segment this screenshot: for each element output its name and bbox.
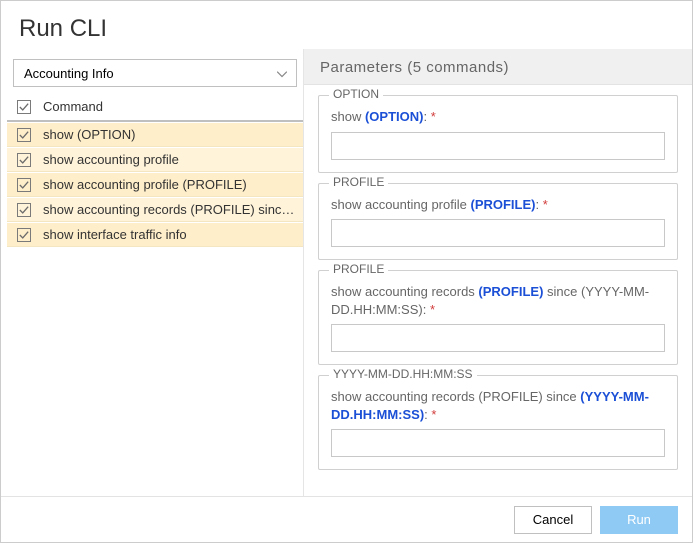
category-dropdown-value: Accounting Info	[24, 66, 114, 81]
parameter-fieldset: YYYY-MM-DD.HH:MM:SSshow accounting recor…	[318, 375, 678, 470]
parameter-fieldset: PROFILEshow accounting profile (PROFILE)…	[318, 183, 678, 261]
command-rows: show (OPTION) show accounting profile show…	[7, 122, 303, 496]
parameter-input[interactable]	[331, 132, 665, 160]
parameter-label: show accounting records (PROFILE) since …	[331, 283, 665, 318]
parameter-token: (OPTION)	[365, 109, 424, 124]
parameter-input[interactable]	[331, 219, 665, 247]
parameter-fieldset: PROFILEshow accounting records (PROFILE)…	[318, 270, 678, 365]
run-button[interactable]: Run	[600, 506, 678, 534]
row-label: show (OPTION)	[43, 127, 297, 142]
parameter-label-prefix: show accounting profile	[331, 197, 470, 212]
right-pane: Parameters (5 commands) OPTIONshow (OPTI…	[303, 49, 692, 496]
column-command-header: Command	[43, 99, 103, 114]
row-checkbox[interactable]	[17, 178, 31, 192]
parameter-legend: PROFILE	[329, 262, 388, 276]
run-cli-dialog: Run CLI Accounting Info Command show	[0, 0, 693, 543]
parameter-legend: YYYY-MM-DD.HH:MM:SS	[329, 367, 477, 381]
parameter-label: show (OPTION): *	[331, 108, 665, 126]
required-marker: *	[426, 302, 435, 317]
select-all-checkbox[interactable]	[17, 100, 31, 114]
row-checkbox[interactable]	[17, 128, 31, 142]
parameter-legend: PROFILE	[329, 175, 388, 189]
required-marker: *	[539, 197, 548, 212]
cancel-button[interactable]: Cancel	[514, 506, 592, 534]
row-checkbox[interactable]	[17, 153, 31, 167]
row-label: show accounting records (PROFILE) sinc…	[43, 202, 297, 217]
parameter-token: (PROFILE)	[478, 284, 543, 299]
parameter-label-prefix: show	[331, 109, 365, 124]
parameter-label: show accounting records (PROFILE) since …	[331, 388, 665, 423]
parameter-label-prefix: show accounting records (PROFILE) since	[331, 389, 580, 404]
dialog-body: Accounting Info Command show (OPTION)sho…	[1, 49, 692, 496]
required-marker: *	[428, 407, 437, 422]
command-row[interactable]: show accounting profile	[7, 147, 303, 172]
command-table-header: Command	[7, 93, 303, 122]
parameter-fieldset: OPTIONshow (OPTION): *	[318, 95, 678, 173]
row-checkbox[interactable]	[17, 203, 31, 217]
parameter-input[interactable]	[331, 429, 665, 457]
dialog-footer: Cancel Run	[1, 496, 692, 542]
command-row[interactable]: show accounting profile (PROFILE)	[7, 172, 303, 197]
command-row[interactable]: show (OPTION)	[7, 122, 303, 147]
parameters-heading: Parameters (5 commands)	[304, 49, 692, 85]
row-label: show interface traffic info	[43, 227, 297, 242]
parameter-token: (PROFILE)	[470, 197, 535, 212]
row-checkbox[interactable]	[17, 228, 31, 242]
parameter-label-prefix: show accounting records	[331, 284, 478, 299]
dialog-header: Run CLI	[1, 1, 692, 49]
row-label: show accounting profile	[43, 152, 297, 167]
parameter-label: show accounting profile (PROFILE): *	[331, 196, 665, 214]
left-pane: Accounting Info Command show (OPTION)sho…	[7, 49, 303, 496]
parameter-input[interactable]	[331, 324, 665, 352]
required-marker: *	[427, 109, 436, 124]
category-dropdown-button[interactable]: Accounting Info	[13, 59, 297, 87]
row-label: show accounting profile (PROFILE)	[43, 177, 297, 192]
command-row[interactable]: show interface traffic info	[7, 222, 303, 247]
category-dropdown[interactable]: Accounting Info	[13, 59, 297, 87]
parameter-legend: OPTION	[329, 87, 383, 101]
command-row[interactable]: show accounting records (PROFILE) sinc…	[7, 197, 303, 222]
parameters-body: OPTIONshow (OPTION): *PROFILEshow accoun…	[304, 85, 692, 496]
dialog-title: Run CLI	[19, 15, 674, 43]
